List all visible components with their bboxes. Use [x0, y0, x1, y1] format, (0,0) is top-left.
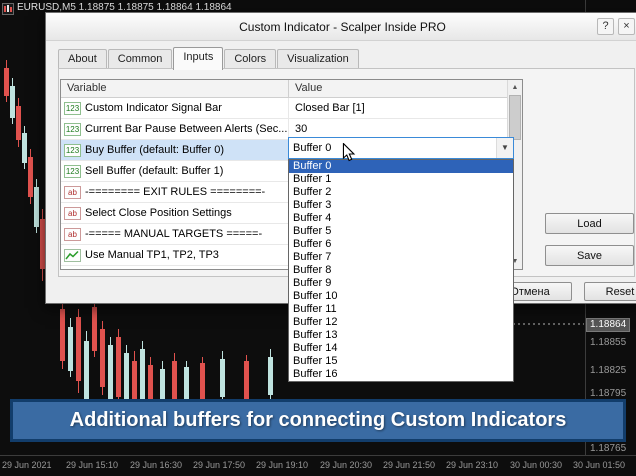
tab-colors[interactable]: Colors — [224, 49, 277, 69]
variable-label: Current Bar Pause Between Alerts (Sec... — [85, 123, 288, 135]
banner-text: Additional buffers for connecting Custom… — [69, 409, 567, 431]
close-icon[interactable]: × — [618, 18, 635, 35]
tab-common[interactable]: Common — [107, 49, 173, 69]
column-header-variable: Variable — [61, 80, 289, 97]
variable-label: Buy Buffer (default: Buffer 0) — [85, 144, 225, 156]
time-label: 29 Jun 2021 — [2, 460, 52, 470]
time-label: 29 Jun 21:50 — [383, 460, 436, 470]
value-cell[interactable]: 30 — [289, 119, 522, 139]
string-param-icon: ab — [64, 227, 81, 241]
dropdown-item[interactable]: Buffer 2 — [289, 186, 513, 199]
numeric-param-icon: 123 — [64, 143, 81, 157]
variable-label: Custom Indicator Signal Bar — [85, 102, 222, 114]
combobox-value: Buffer 0 — [293, 142, 332, 154]
dropdown-item[interactable]: Buffer 13 — [289, 329, 513, 342]
tab-about[interactable]: About — [58, 49, 107, 69]
save-button[interactable]: Save — [545, 245, 634, 266]
price-label: 1.18765 — [590, 443, 627, 454]
variable-label: -===== MANUAL TARGETS =====- — [85, 228, 263, 240]
dropdown-item[interactable]: Buffer 15 — [289, 355, 513, 368]
column-header-value: Value — [295, 82, 323, 94]
time-label: 29 Jun 20:30 — [320, 460, 373, 470]
current-price-tag: 1.18864 — [586, 318, 631, 332]
dropdown-item[interactable]: Buffer 14 — [289, 342, 513, 355]
dropdown-item[interactable]: Buffer 9 — [289, 277, 513, 290]
dropdown-item[interactable]: Buffer 10 — [289, 290, 513, 303]
value-cell[interactable]: Closed Bar [1] — [289, 98, 522, 118]
tab-bar: About Common Inputs Colors Visualization — [58, 47, 360, 70]
dropdown-item[interactable]: Buffer 4 — [289, 212, 513, 225]
string-param-icon: ab — [64, 206, 81, 220]
string-param-icon: ab — [64, 185, 81, 199]
chevron-down-icon[interactable]: ▼ — [496, 138, 513, 158]
dialog-titlebar[interactable]: Custom Indicator - Scalper Inside PRO ? … — [46, 13, 636, 41]
tab-inputs[interactable]: Inputs — [173, 47, 224, 70]
table-header: Variable Value — [61, 80, 522, 98]
price-label: 1.18825 — [590, 365, 627, 376]
time-label: 29 Jun 23:10 — [446, 460, 499, 470]
time-label: 29 Jun 17:50 — [193, 460, 246, 470]
variable-label: Select Close Position Settings — [85, 207, 232, 219]
dropdown-item[interactable]: Buffer 1 — [289, 173, 513, 186]
tab-visualization[interactable]: Visualization — [277, 49, 359, 69]
time-label: 29 Jun 15:10 — [66, 460, 119, 470]
time-label: 30 Jun 00:30 — [510, 460, 563, 470]
dropdown-item[interactable]: Buffer 12 — [289, 316, 513, 329]
reset-button[interactable]: Reset — [584, 282, 636, 301]
dropdown-item[interactable]: Buffer 6 — [289, 238, 513, 251]
scrollbar-thumb[interactable] — [509, 95, 521, 140]
dropdown-item[interactable]: Buffer 11 — [289, 303, 513, 316]
numeric-param-icon: 123 — [64, 164, 81, 178]
price-label: 1.18795 — [590, 388, 627, 399]
variable-label: -======== EXIT RULES ========- — [85, 186, 266, 198]
dropdown-item[interactable]: Buffer 16 — [289, 368, 513, 381]
variable-label: Use Manual TP1, TP2, TP3 — [85, 249, 219, 261]
scroll-up-icon[interactable]: ▲ — [508, 80, 522, 95]
dropdown-item[interactable]: Buffer 3 — [289, 199, 513, 212]
buffer-dropdown-list: Buffer 0 Buffer 1 Buffer 2 Buffer 3 Buffer 4… — [288, 159, 514, 382]
dialog-title: Custom Indicator - Scalper Inside PRO — [239, 20, 446, 34]
chart-param-icon — [64, 248, 81, 262]
buy-buffer-combobox[interactable]: Buffer 0 ▼ — [288, 137, 514, 159]
promo-banner: Additional buffers for connecting Custom… — [10, 399, 626, 442]
dropdown-item[interactable]: Buffer 7 — [289, 251, 513, 264]
help-button[interactable]: ? — [597, 18, 614, 35]
time-label: 29 Jun 16:30 — [130, 460, 183, 470]
time-label: 29 Jun 19:10 — [256, 460, 309, 470]
variable-label: Sell Buffer (default: Buffer 1) — [85, 165, 224, 177]
dropdown-item[interactable]: Buffer 8 — [289, 264, 513, 277]
load-button[interactable]: Load — [545, 213, 634, 234]
price-label: 1.18855 — [590, 337, 627, 348]
dropdown-item[interactable]: Buffer 0 — [289, 160, 513, 173]
time-label: 30 Jun 01:50 — [573, 460, 626, 470]
chart-window-icon — [2, 2, 14, 20]
numeric-param-icon: 123 — [64, 122, 81, 136]
numeric-param-icon: 123 — [64, 101, 81, 115]
dropdown-item[interactable]: Buffer 5 — [289, 225, 513, 238]
table-row[interactable]: 123 Custom Indicator Signal Bar Closed Bar… — [61, 98, 522, 119]
